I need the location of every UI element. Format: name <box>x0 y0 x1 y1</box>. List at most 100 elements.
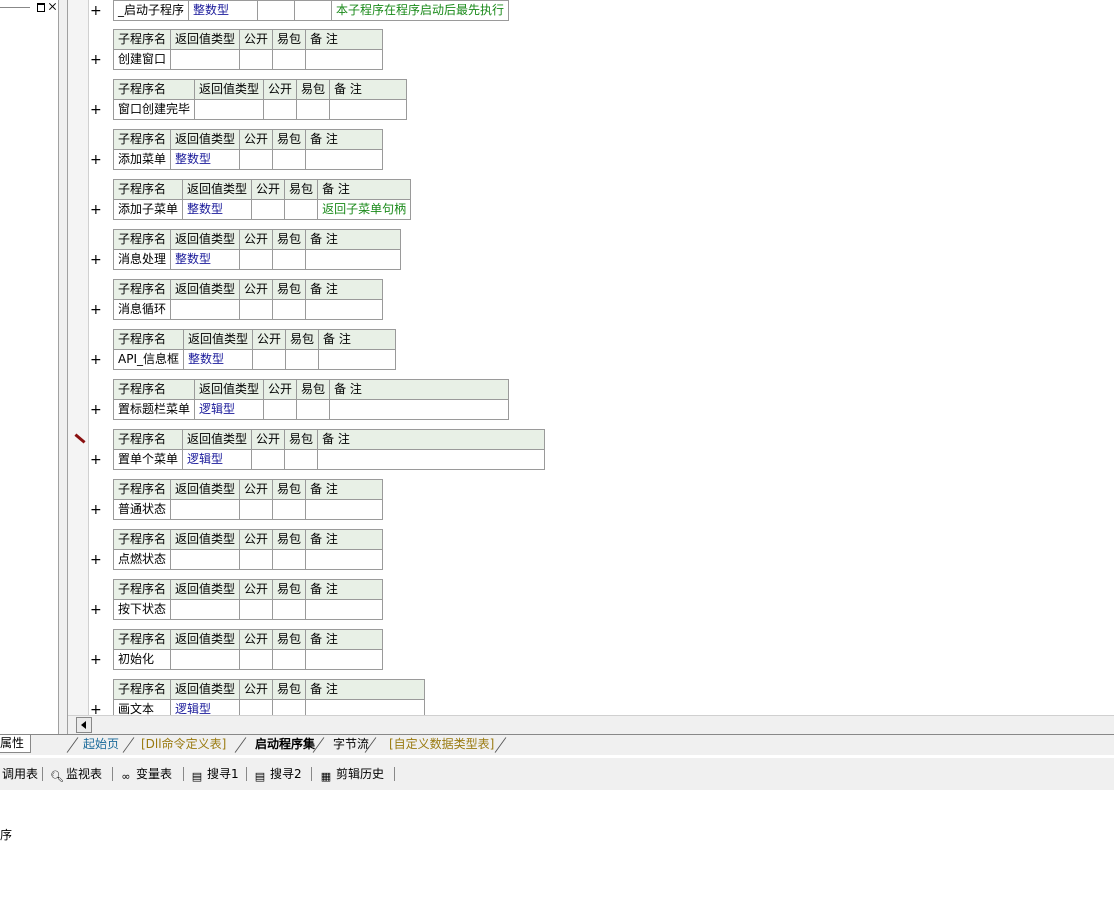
clip-history-button[interactable]: ▦ 剪辑历史 <box>320 766 384 783</box>
expand-icon[interactable]: + <box>90 303 102 317</box>
subroutine-public[interactable] <box>251 199 286 220</box>
subroutine-note[interactable] <box>305 299 384 320</box>
horizontal-scrollbar[interactable] <box>68 715 1114 734</box>
subroutine-ret-type[interactable] <box>170 49 241 70</box>
subroutine-ret-type[interactable]: 整数型 <box>170 249 241 270</box>
subroutine-note[interactable]: 返回子菜单句柄 <box>317 199 412 220</box>
subroutine-note[interactable] <box>305 699 426 715</box>
subroutine-public[interactable] <box>239 699 274 715</box>
expand-icon[interactable]: + <box>90 103 102 117</box>
subroutine-public[interactable] <box>239 299 274 320</box>
subroutine-name[interactable]: 添加菜单 <box>112 149 172 170</box>
subroutine-ret-type[interactable] <box>170 499 241 520</box>
subroutine-ret-type[interactable] <box>170 299 241 320</box>
search2-button[interactable]: ▤ 搜寻2 <box>254 766 302 783</box>
variable-table-button[interactable]: ∞ 变量表 <box>120 766 172 783</box>
subroutine-easy[interactable] <box>285 349 320 370</box>
subroutine-name[interactable]: 消息循环 <box>112 299 172 320</box>
splitter[interactable] <box>59 0 68 735</box>
tab-home[interactable]: 起始页 <box>73 735 129 754</box>
subroutine-name[interactable]: 普通状态 <box>112 499 172 520</box>
subroutine-easy[interactable] <box>296 99 331 120</box>
subroutine-name[interactable]: 按下状态 <box>112 599 172 620</box>
expand-icon[interactable]: + <box>90 153 102 167</box>
subroutine-name[interactable]: 窗口创建完毕 <box>112 99 196 120</box>
subroutine-ret-type[interactable]: 逻辑型 <box>194 399 265 420</box>
tab-properties[interactable]: 属性 <box>0 735 32 753</box>
subroutine-name[interactable]: 置标题栏菜单 <box>112 399 196 420</box>
subroutine-note[interactable] <box>329 399 510 420</box>
subroutine-note[interactable]: 本子程序在程序启动后最先执行 <box>331 0 510 21</box>
expand-icon[interactable]: + <box>90 453 102 467</box>
subroutine-note[interactable] <box>317 449 546 470</box>
tab-dll-commands[interactable]: [Dll命令定义表] <box>131 735 236 754</box>
watch-table-button[interactable]: 🔍︎ 监视表 <box>50 766 102 783</box>
subroutine-note[interactable] <box>329 99 408 120</box>
subroutine-public[interactable] <box>251 449 286 470</box>
subroutine-note[interactable] <box>305 249 402 270</box>
subroutine-name[interactable]: 置单个菜单 <box>112 449 184 470</box>
subroutine-public[interactable] <box>252 349 287 370</box>
subroutine-note[interactable] <box>305 549 384 570</box>
subroutine-easy[interactable] <box>272 549 307 570</box>
subroutine-name[interactable]: API_信息框 <box>113 349 184 370</box>
subroutine-note[interactable] <box>305 149 384 170</box>
subroutine-ret-type[interactable]: 逻辑型 <box>170 699 241 715</box>
subroutine-public[interactable] <box>263 399 298 420</box>
subroutine-public[interactable] <box>239 149 274 170</box>
expand-icon[interactable]: + <box>90 4 102 18</box>
subroutine-ret-type[interactable]: 逻辑型 <box>182 449 253 470</box>
subroutine-easy[interactable] <box>296 399 331 420</box>
subroutine-name[interactable]: 添加子菜单 <box>112 199 184 220</box>
subroutine-easy[interactable] <box>272 499 307 520</box>
expand-icon[interactable]: + <box>90 603 102 617</box>
call-table-button[interactable]: 调用表 <box>2 766 38 782</box>
subroutine-ret-type[interactable]: 整数型 <box>188 0 259 21</box>
subroutine-ret-type[interactable]: 整数型 <box>182 199 253 220</box>
expand-icon[interactable]: + <box>90 53 102 67</box>
search1-button[interactable]: ▤ 搜寻1 <box>191 766 239 783</box>
subroutine-public[interactable] <box>239 249 274 270</box>
subroutine-name[interactable]: 初始化 <box>112 649 172 670</box>
subroutine-name[interactable]: 消息处理 <box>112 249 172 270</box>
code-editor[interactable]: + 子程序名 返回值类型 公开 易包 备 注 _启动子程序 整数型 本子程序在程… <box>68 0 1114 715</box>
close-icon[interactable] <box>47 1 58 12</box>
subroutine-ret-type[interactable] <box>170 599 241 620</box>
subroutine-ret-type[interactable] <box>170 649 241 670</box>
expand-icon[interactable]: + <box>90 553 102 567</box>
subroutine-name[interactable]: 点燃状态 <box>112 549 172 570</box>
subroutine-note[interactable] <box>305 599 384 620</box>
subroutine-public[interactable] <box>239 549 274 570</box>
expand-icon[interactable]: + <box>90 703 102 715</box>
subroutine-name[interactable]: 创建窗口 <box>112 49 172 70</box>
expand-icon[interactable]: + <box>90 353 102 367</box>
expand-icon[interactable]: + <box>90 503 102 517</box>
expand-icon[interactable]: + <box>90 403 102 417</box>
subroutine-note[interactable] <box>318 349 397 370</box>
subroutine-easy[interactable] <box>272 699 307 715</box>
subroutine-name[interactable]: _启动子程序 <box>112 0 190 21</box>
expand-icon[interactable]: + <box>90 253 102 267</box>
subroutine-ret-type[interactable]: 整数型 <box>170 149 241 170</box>
subroutine-public[interactable] <box>239 649 274 670</box>
subroutine-easy[interactable] <box>284 449 319 470</box>
subroutine-ret-type[interactable] <box>170 549 241 570</box>
expand-icon[interactable]: + <box>90 203 102 217</box>
subroutine-easy[interactable] <box>284 199 319 220</box>
subroutine-easy[interactable] <box>272 149 307 170</box>
subroutine-name[interactable]: 画文本 <box>112 699 172 715</box>
subroutine-easy[interactable] <box>272 249 307 270</box>
subroutine-public[interactable] <box>239 49 274 70</box>
subroutine-easy[interactable] <box>272 49 307 70</box>
tab-custom-datatypes[interactable]: [自定义数据类型表] <box>379 735 504 754</box>
restore-icon[interactable] <box>35 1 46 12</box>
subroutine-easy[interactable] <box>294 0 333 21</box>
subroutine-note[interactable] <box>305 49 384 70</box>
subroutine-note[interactable] <box>305 649 384 670</box>
subroutine-easy[interactable] <box>272 649 307 670</box>
subroutine-public[interactable] <box>263 99 298 120</box>
output-pane[interactable]: 序 <box>0 790 1114 915</box>
expand-icon[interactable]: + <box>90 653 102 667</box>
subroutine-easy[interactable] <box>272 299 307 320</box>
scroll-left-arrow-icon[interactable] <box>76 717 92 733</box>
